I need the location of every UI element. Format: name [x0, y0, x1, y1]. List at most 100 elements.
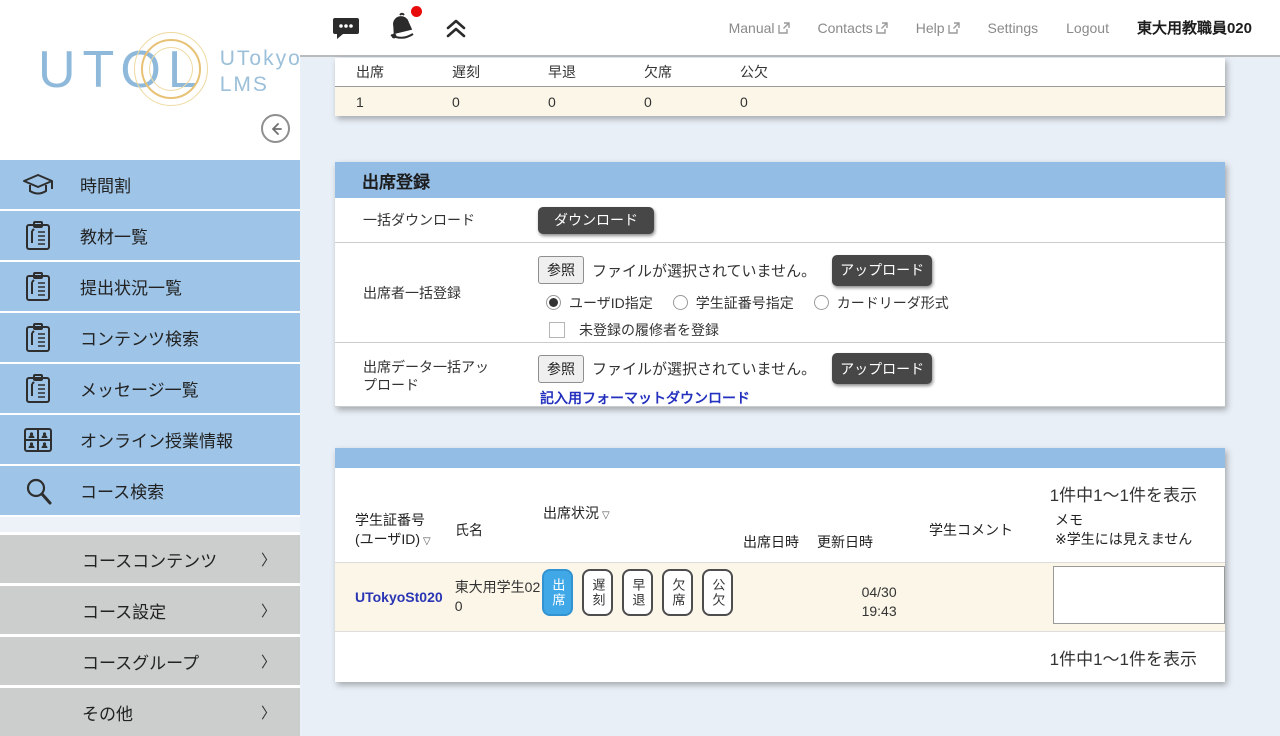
sidebar-menu: 時間割 教材一覧 提出状況一覧 コンテンツ検索 メッセージ一覧	[0, 160, 300, 515]
sidebar-item-label: コースコンテンツ	[82, 547, 217, 572]
panel-title: 出席登録	[335, 162, 1225, 198]
link-label: Help	[916, 20, 945, 36]
sidebar-item-others[interactable]: その他 〉	[0, 688, 300, 736]
sidebar-secondary-menu: コースコンテンツ 〉 コース設定 〉 コースグループ 〉 その他 〉	[0, 535, 300, 736]
sidebar-item-timetable[interactable]: 時間割	[0, 160, 300, 209]
arrow-left-icon	[268, 121, 284, 137]
link-label: Contacts	[818, 20, 873, 36]
updated-datetime-value: 04/30 19:43	[816, 583, 928, 621]
collapse-header-button[interactable]	[444, 17, 468, 39]
student-attendance-table: 1件中1〜1件を表示 学生証番号 (ユーザID)▽ 氏名 出席状況▽ 出席日時 …	[335, 448, 1225, 682]
chevron-right-icon: 〉	[261, 600, 276, 621]
sidebar-item-content-search[interactable]: コンテンツ検索	[0, 313, 300, 362]
collapse-up-icon	[444, 17, 468, 39]
register-unenrolled-checkbox[interactable]	[549, 322, 565, 338]
summary-header-row: 出席 遅刻 早退 欠席 公欠	[335, 58, 1225, 87]
student-id-link[interactable]: UTokyoSt020	[355, 589, 443, 605]
sidebar-collapse-button[interactable]	[261, 114, 290, 143]
upload-button[interactable]: アップロード	[832, 353, 932, 384]
sidebar-item-label: 提出状況一覧	[80, 274, 182, 299]
radio-student-card-number[interactable]	[673, 295, 688, 310]
summary-header-cell: 出席	[335, 58, 431, 86]
sort-down-icon: ▽	[423, 536, 431, 547]
file-select-line: 参照 ファイルが選択されていません。 アップロード	[538, 353, 932, 384]
sidebar-item-label: オンライン授業情報	[80, 427, 233, 452]
attendance-summary-table: 出席 遅刻 早退 欠席 公欠 1 0 0 0 0	[335, 58, 1225, 116]
summary-value-row: 1 0 0 0 0	[335, 87, 1225, 116]
settings-link[interactable]: Settings	[988, 20, 1039, 36]
username-display: 東大用教職員020	[1137, 17, 1252, 38]
status-late-button[interactable]: 遅刻	[582, 569, 613, 616]
attendee-bulk-row: 出席者一括登録 参照 ファイルが選択されていません。 アップロード ユーザID指…	[335, 243, 1225, 343]
radio-label: 学生証番号指定	[696, 293, 794, 313]
bulk-download-row: 一括ダウンロード ダウンロード	[335, 198, 1225, 243]
id-type-radio-group: ユーザID指定 学生証番号指定 カードリーダ形式	[546, 293, 961, 313]
summary-value-cell: 0	[623, 87, 719, 116]
upload-button[interactable]: アップロード	[832, 255, 932, 286]
sidebar-item-course-contents[interactable]: コースコンテンツ 〉	[0, 535, 300, 583]
topbar-icons	[300, 12, 468, 44]
sidebar-item-online-class[interactable]: オンライン授業情報	[0, 415, 300, 464]
checkbox-label: 未登録の履修者を登録	[579, 320, 719, 340]
sidebar-item-label: 教材一覧	[80, 223, 148, 248]
clipboard-icon	[18, 270, 58, 304]
browse-file-button[interactable]: 参照	[538, 355, 584, 383]
column-note: ※学生には見えません	[1055, 530, 1225, 549]
attendance-register-panel: 出席登録 一括ダウンロード ダウンロード 出席者一括登録 参照 ファイルが選択さ…	[335, 162, 1225, 407]
manual-link[interactable]: Manual	[729, 20, 790, 36]
search-icon	[18, 474, 58, 508]
radio-card-reader-format[interactable]	[814, 295, 829, 310]
memo-textarea[interactable]	[1053, 566, 1225, 624]
logout-link[interactable]: Logout	[1066, 20, 1109, 36]
column-label: 出席状況	[543, 505, 599, 521]
status-early-leave-button[interactable]: 早退	[622, 569, 653, 616]
sidebar-item-label: メッセージ一覧	[80, 376, 199, 401]
sidebar-item-course-group[interactable]: コースグループ 〉	[0, 637, 300, 685]
file-select-line: 参照 ファイルが選択されていません。 アップロード	[538, 255, 961, 286]
contacts-link[interactable]: Contacts	[818, 20, 888, 36]
download-button[interactable]: ダウンロード	[538, 207, 654, 234]
attendee-bulk-label: 出席者一括登録	[335, 283, 538, 303]
chevron-right-icon: 〉	[261, 702, 276, 723]
column-header-status[interactable]: 出席状況▽	[543, 504, 743, 523]
attendee-bulk-controls: 参照 ファイルが選択されていません。 アップロード ユーザID指定 学生証番号指…	[538, 246, 961, 340]
student-name: 東大用学生020	[455, 579, 541, 614]
bulk-download-label: 一括ダウンロード	[335, 210, 538, 230]
sidebar-item-submissions[interactable]: 提出状況一覧	[0, 262, 300, 311]
help-link[interactable]: Help	[916, 20, 960, 36]
sidebar-item-course-settings[interactable]: コース設定 〉	[0, 586, 300, 634]
status-absent-button[interactable]: 欠席	[662, 569, 693, 616]
column-header-student-id[interactable]: 学生証番号 (ユーザID)▽	[355, 511, 455, 549]
radio-user-id[interactable]	[546, 295, 561, 310]
sidebar-item-course-search[interactable]: コース検索	[0, 466, 300, 515]
table-header-row: 学生証番号 (ユーザID)▽ 氏名 出席状況▽ 出席日時 更新日時 学生コメント…	[335, 498, 1225, 562]
clipboard-icon	[18, 321, 58, 355]
notification-button[interactable]	[386, 12, 418, 44]
column-label: (ユーザID)▽	[355, 530, 455, 549]
column-header-student-comment: 学生コメント	[929, 521, 1055, 540]
external-link-icon	[876, 22, 888, 34]
sidebar-item-label: コンテンツ検索	[80, 325, 199, 350]
summary-header-cell: 欠席	[623, 58, 719, 86]
sidebar-item-label: コースグループ	[82, 649, 199, 674]
external-link-icon	[948, 22, 960, 34]
clipboard-icon	[18, 372, 58, 406]
browse-file-button[interactable]: 参照	[538, 256, 584, 284]
status-present-button[interactable]: 出席	[542, 569, 573, 616]
radio-label: ユーザID指定	[569, 293, 653, 313]
column-label: 学生証番号	[355, 511, 455, 530]
sidebar-item-messages[interactable]: メッセージ一覧	[0, 364, 300, 413]
message-icon	[332, 15, 360, 41]
notification-badge	[411, 6, 422, 17]
main-area: Manual Contacts Help Settings Logout 東大用…	[300, 0, 1280, 720]
summary-value-cell: 0	[527, 87, 623, 116]
status-excused-button[interactable]: 公欠	[702, 569, 733, 616]
external-link-icon	[778, 22, 790, 34]
student-row: UTokyoSt020 東大用学生020 出席 遅刻 早退 欠席 公欠 04/3…	[335, 562, 1225, 632]
data-upload-controls: 参照 ファイルが選択されていません。 アップロード 記入用フォーマットダウンロー…	[538, 343, 932, 408]
message-button[interactable]	[332, 15, 360, 41]
sidebar-item-materials[interactable]: 教材一覧	[0, 211, 300, 260]
link-label: Settings	[988, 20, 1039, 36]
chevron-right-icon: 〉	[261, 549, 276, 570]
format-download-link[interactable]: 記入用フォーマットダウンロード	[540, 388, 932, 408]
